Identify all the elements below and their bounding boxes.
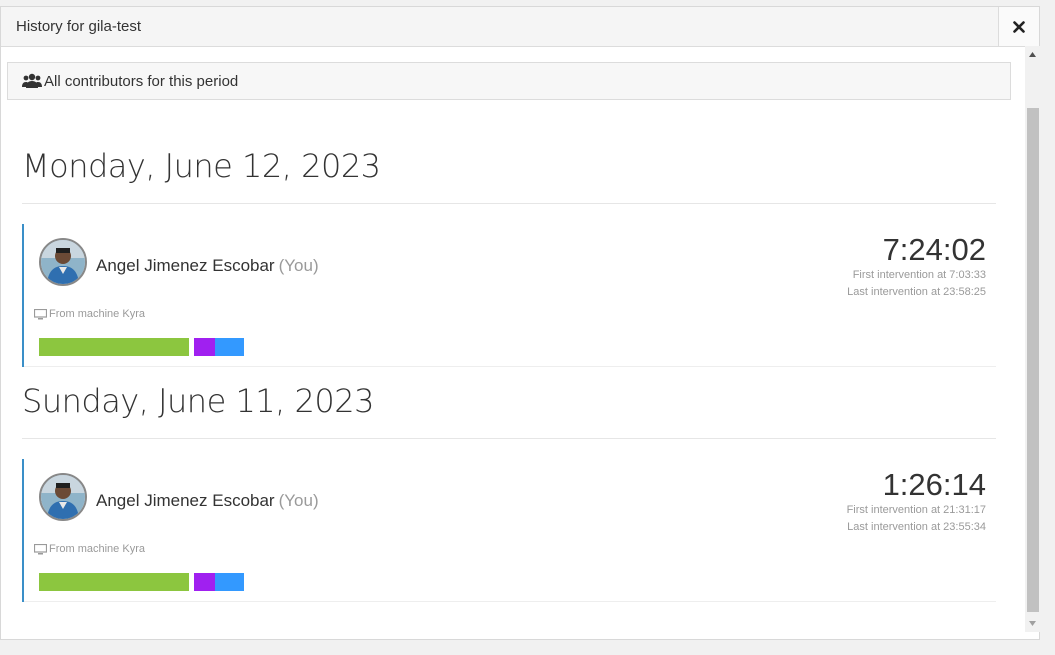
contributor-name: Angel Jimenez Escobar (You) <box>96 256 319 276</box>
vertical-scrollbar[interactable] <box>1025 46 1040 632</box>
activity-bars <box>39 338 244 356</box>
activity-bar-green <box>39 338 189 356</box>
day-heading: Monday, June 12, 2023 <box>22 147 381 185</box>
entry-divider <box>24 366 996 367</box>
activity-bars <box>39 573 244 591</box>
machine-label: From machine Kyra <box>49 308 145 320</box>
day-heading: Sunday, June 11, 2023 <box>22 382 374 420</box>
caret-down-icon <box>1029 621 1036 626</box>
contributor-name: Angel Jimenez Escobar (You) <box>96 491 319 511</box>
modal-body: All contributors for this period Monday,… <box>1 47 1025 639</box>
first-intervention: First intervention at 21:31:17 <box>846 504 986 516</box>
contributor-name-text: Angel Jimenez Escobar <box>96 256 275 275</box>
modal-title: History for gila-test <box>16 18 142 35</box>
activity-bar-purple <box>194 338 215 356</box>
machine-label: From machine Kyra <box>49 543 145 555</box>
entry-divider <box>24 601 996 602</box>
all-contributors-label: All contributors for this period <box>44 72 239 90</box>
caret-up-icon <box>1029 52 1036 57</box>
activity-bar-blue <box>215 338 244 356</box>
activity-bar-green <box>39 573 189 591</box>
scroll-up-button[interactable] <box>1025 46 1040 63</box>
avatar <box>39 473 87 521</box>
day-divider <box>22 203 996 204</box>
total-duration: 7:24:02 <box>882 232 986 267</box>
first-intervention: First intervention at 7:03:33 <box>852 269 986 281</box>
last-intervention: Last intervention at 23:55:34 <box>847 521 986 533</box>
modal-header: History for gila-test <box>1 7 1039 47</box>
contributor-name-text: Angel Jimenez Escobar <box>96 491 275 510</box>
you-tag: (You) <box>278 491 319 510</box>
total-duration: 1:26:14 <box>882 467 986 502</box>
scroll-down-button[interactable] <box>1025 615 1040 632</box>
close-button[interactable] <box>998 7 1039 46</box>
close-icon <box>1013 20 1025 33</box>
monitor-icon <box>34 308 47 319</box>
machine-info: From machine Kyra <box>34 308 145 320</box>
day-divider <box>22 438 996 439</box>
monitor-icon <box>34 543 47 554</box>
activity-bar-purple <box>194 573 215 591</box>
contributor-entry: Angel Jimenez Escobar (You) From machine … <box>22 459 996 602</box>
last-intervention: Last intervention at 23:58:25 <box>847 286 986 298</box>
all-contributors-toggle[interactable]: All contributors for this period <box>7 62 1011 100</box>
users-icon <box>22 73 42 88</box>
you-tag: (You) <box>278 256 319 275</box>
history-modal: History for gila-test All contributors f… <box>0 6 1040 640</box>
machine-info: From machine Kyra <box>34 543 145 555</box>
avatar <box>39 238 87 286</box>
activity-bar-blue <box>215 573 244 591</box>
contributor-entry: Angel Jimenez Escobar (You) From machine … <box>22 224 996 367</box>
scrollbar-thumb[interactable] <box>1027 108 1039 612</box>
